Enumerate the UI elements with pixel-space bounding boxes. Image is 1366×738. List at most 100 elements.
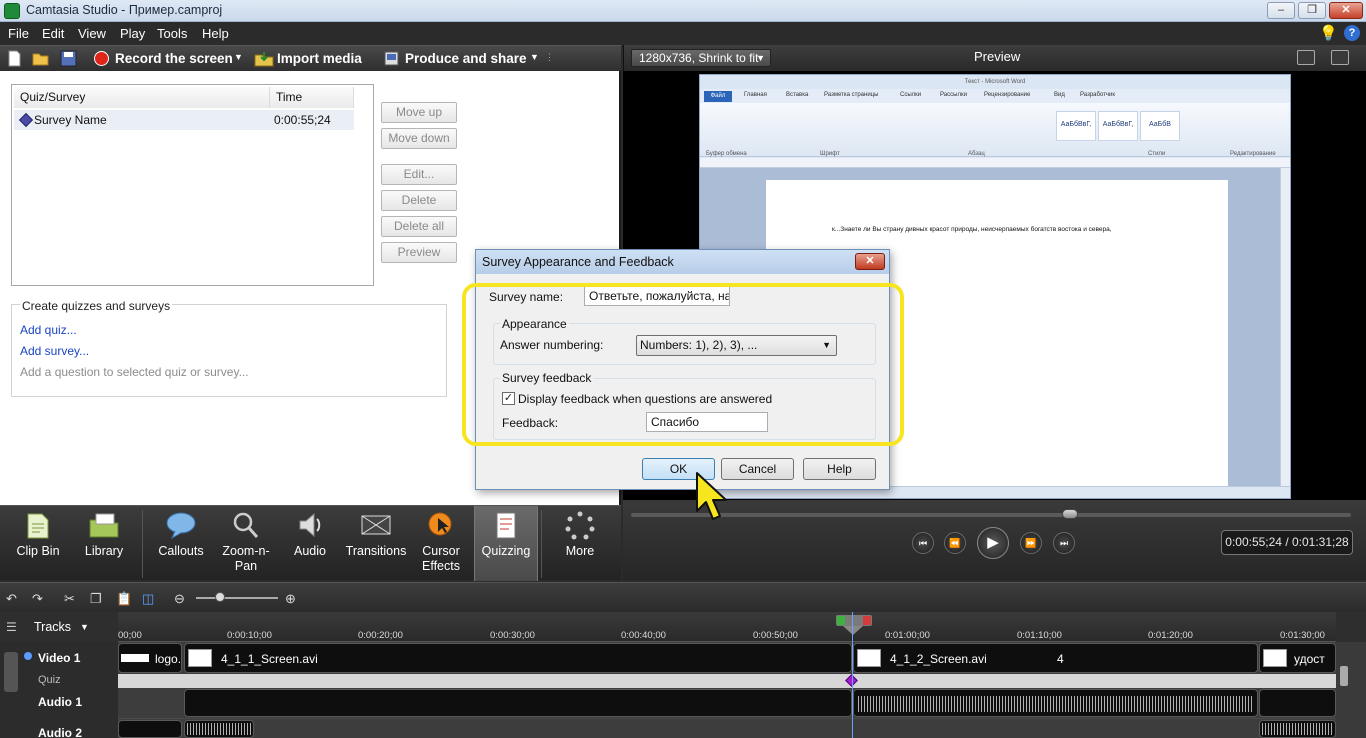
scrollbar-thumb[interactable] bbox=[1340, 666, 1348, 686]
task-clip-bin[interactable]: Clip Bin bbox=[6, 506, 70, 581]
preview-button[interactable]: Preview bbox=[381, 242, 457, 263]
paste-icon[interactable]: 📋 bbox=[116, 591, 132, 607]
delete-all-button[interactable]: Delete all bbox=[381, 216, 457, 237]
playhead-handle[interactable] bbox=[836, 615, 872, 626]
audio2-clip-1[interactable] bbox=[118, 720, 182, 738]
clip-certificate[interactable]: удост bbox=[1259, 643, 1336, 673]
menu-view[interactable]: View bbox=[78, 26, 106, 41]
audio-clip-1[interactable] bbox=[184, 689, 852, 717]
split-icon[interactable]: ◫ bbox=[142, 591, 154, 607]
track-label-audio2[interactable]: Audio 2 bbox=[38, 726, 82, 738]
detach-preview-icon[interactable] bbox=[1331, 50, 1349, 65]
dialog-close-icon[interactable]: ✕ bbox=[855, 253, 885, 270]
new-file-icon[interactable] bbox=[6, 50, 23, 67]
import-media-button[interactable]: Import media bbox=[277, 51, 362, 66]
edit-button[interactable]: Edit... bbox=[381, 164, 457, 185]
copy-icon[interactable]: ❐ bbox=[90, 591, 102, 607]
track-label-video1[interactable]: Video 1 bbox=[38, 651, 80, 665]
clip-screen-2[interactable]: 4_1_2_Screen.avi 4 bbox=[853, 643, 1258, 673]
audio-clip-2[interactable] bbox=[853, 689, 1258, 717]
list-item[interactable]: Survey Name 0:00:55;24 bbox=[14, 110, 354, 130]
audio2-clip-3[interactable] bbox=[1259, 720, 1336, 738]
scrub-handle[interactable] bbox=[1062, 509, 1079, 519]
word-group-label: Редактирование bbox=[1230, 151, 1276, 157]
track-lock-icon[interactable] bbox=[4, 652, 18, 692]
record-screen-button[interactable]: Record the screen bbox=[115, 51, 233, 66]
save-icon[interactable] bbox=[60, 50, 77, 67]
task-callouts[interactable]: Callouts bbox=[149, 506, 213, 581]
add-quiz-link[interactable]: Add quiz... bbox=[20, 323, 77, 337]
close-button[interactable]: ✕ bbox=[1329, 2, 1363, 19]
help-button[interactable]: Help bbox=[803, 458, 876, 480]
track-visibility-icon[interactable] bbox=[24, 652, 32, 660]
move-down-button[interactable]: Move down bbox=[381, 128, 457, 149]
transitions-icon bbox=[361, 515, 391, 535]
tracks-dropdown-icon[interactable]: ▼ bbox=[80, 622, 89, 632]
menu-file[interactable]: File bbox=[8, 26, 29, 41]
audio2-lane bbox=[118, 719, 1336, 738]
cut-icon[interactable]: ✂ bbox=[64, 591, 75, 607]
ruler-label: 0:01:00;00 bbox=[885, 630, 930, 641]
clip-screen-1[interactable]: 4_1_1_Screen.avi bbox=[184, 643, 852, 673]
skip-to-end-icon[interactable]: ⏭ bbox=[1053, 532, 1075, 554]
help-icon[interactable]: ? bbox=[1344, 25, 1360, 41]
word-tab: Вставка bbox=[786, 92, 809, 98]
task-zoom-n-pan[interactable]: Zoom-n- Pan bbox=[214, 506, 278, 581]
open-folder-icon[interactable] bbox=[32, 50, 49, 67]
word-ribbon-tabs: Файл Главная Вставка Разметка страницы С… bbox=[700, 89, 1290, 103]
play-button[interactable]: ▶ bbox=[977, 527, 1009, 559]
task-library[interactable]: Library bbox=[72, 506, 136, 581]
record-icon[interactable] bbox=[93, 50, 110, 67]
menu-edit[interactable]: Edit bbox=[42, 26, 64, 41]
task-quizzing[interactable]: Quizzing bbox=[474, 506, 538, 581]
preview-size-select[interactable]: 1280x736, Shrink to fit ▼ bbox=[631, 49, 771, 67]
toolbar-overflow-icon[interactable]: ⋮ bbox=[545, 52, 554, 63]
column-header-quiz[interactable]: Quiz/Survey bbox=[14, 87, 270, 108]
track-label-quiz[interactable]: Quiz bbox=[38, 674, 61, 686]
add-survey-link[interactable]: Add survey... bbox=[20, 344, 89, 358]
word-tab: Вид bbox=[1054, 92, 1065, 98]
minimize-button[interactable]: – bbox=[1267, 2, 1295, 19]
zoom-out-icon[interactable]: ⊖ bbox=[174, 591, 185, 607]
selection-end-marker[interactable] bbox=[863, 616, 871, 625]
timeline-ruler[interactable]: 00;00 0:00:10;00 0:00:20;00 0:00:30;00 0… bbox=[118, 612, 1336, 642]
redo-icon[interactable]: ↷ bbox=[32, 591, 43, 607]
timeline-tracks[interactable]: logo. 4_1_1_Screen.avi 4_1_2_Screen.avi … bbox=[118, 642, 1336, 738]
task-cursor-effects[interactable]: Cursor Effects bbox=[410, 506, 472, 581]
audio2-clip-2[interactable] bbox=[184, 720, 254, 738]
skip-to-start-icon[interactable]: ⏮ bbox=[912, 532, 934, 554]
fullscreen-icon[interactable] bbox=[1297, 50, 1315, 65]
move-up-button[interactable]: Move up bbox=[381, 102, 457, 123]
produce-share-button[interactable]: Produce and share bbox=[405, 51, 527, 66]
lightbulb-icon[interactable]: 💡 bbox=[1319, 24, 1338, 42]
task-audio[interactable]: Audio bbox=[279, 506, 341, 581]
maximize-button[interactable]: ❐ bbox=[1298, 2, 1326, 19]
fast-forward-icon[interactable]: ⏩ bbox=[1020, 532, 1042, 554]
record-dropdown-icon[interactable]: ▼ bbox=[234, 52, 243, 62]
column-header-time[interactable]: Time bbox=[270, 87, 354, 108]
menu-tools[interactable]: Tools bbox=[157, 26, 187, 41]
audio-clip-3[interactable] bbox=[1259, 689, 1336, 717]
timeline-vertical-scrollbar[interactable] bbox=[1336, 642, 1366, 738]
tracks-list-icon[interactable]: ☰ bbox=[6, 620, 17, 634]
delete-button[interactable]: Delete bbox=[381, 190, 457, 211]
zoom-in-icon[interactable]: ⊕ bbox=[285, 591, 296, 607]
zoom-slider-handle[interactable] bbox=[215, 592, 225, 602]
track-label-audio1[interactable]: Audio 1 bbox=[38, 695, 82, 709]
ruler-label: 0:01:10;00 bbox=[1017, 630, 1062, 641]
import-media-icon[interactable] bbox=[254, 50, 274, 67]
undo-icon[interactable]: ↶ bbox=[6, 591, 17, 607]
produce-share-icon[interactable] bbox=[383, 50, 400, 67]
speaker-icon bbox=[299, 512, 321, 538]
clip-logo[interactable]: logo. bbox=[118, 643, 182, 673]
task-transitions[interactable]: Transitions bbox=[342, 506, 410, 581]
task-more[interactable]: More bbox=[548, 506, 612, 581]
selection-start-marker[interactable] bbox=[837, 616, 845, 625]
zoom-slider-track[interactable] bbox=[196, 597, 278, 599]
menu-play[interactable]: Play bbox=[120, 26, 145, 41]
preview-scrub-bar[interactable] bbox=[631, 513, 1351, 517]
produce-dropdown-icon[interactable]: ▼ bbox=[530, 52, 539, 62]
tracks-menu[interactable]: Tracks bbox=[34, 620, 71, 634]
menu-help[interactable]: Help bbox=[202, 26, 229, 41]
rewind-icon[interactable]: ⏪ bbox=[944, 532, 966, 554]
